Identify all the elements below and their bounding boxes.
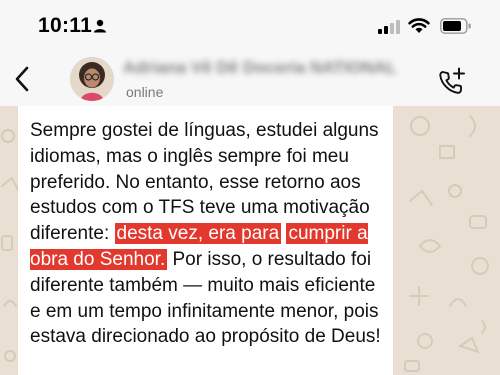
chevron-left-icon xyxy=(15,66,29,92)
message-bubble[interactable]: Sempre gostei de línguas, estudei alguns… xyxy=(18,106,393,375)
contact-name[interactable]: Adriana Vê Dê Doceria NATIONAL xyxy=(123,58,423,84)
wifi-icon xyxy=(408,18,430,33)
avatar[interactable] xyxy=(70,57,114,101)
back-button[interactable] xyxy=(10,64,36,94)
avatar-image xyxy=(70,57,114,101)
person-icon xyxy=(93,19,107,33)
contact-status: online xyxy=(126,84,164,100)
add-call-button[interactable] xyxy=(436,66,468,98)
signal-strength-icon xyxy=(378,20,400,34)
chat-area[interactable]: Sempre gostei de línguas, estudei alguns… xyxy=(0,106,500,375)
message-text: Sempre gostei de línguas, estudei alguns… xyxy=(30,118,390,350)
chat-header: Adriana Vê Dê Doceria NATIONAL online xyxy=(0,50,500,106)
status-time: 10:11 xyxy=(38,14,93,37)
phone-plus-icon xyxy=(439,67,465,94)
battery-icon xyxy=(440,18,471,34)
status-bar: 10:11 xyxy=(0,0,500,50)
highlight-line-1: desta vez, era para xyxy=(114,223,282,245)
